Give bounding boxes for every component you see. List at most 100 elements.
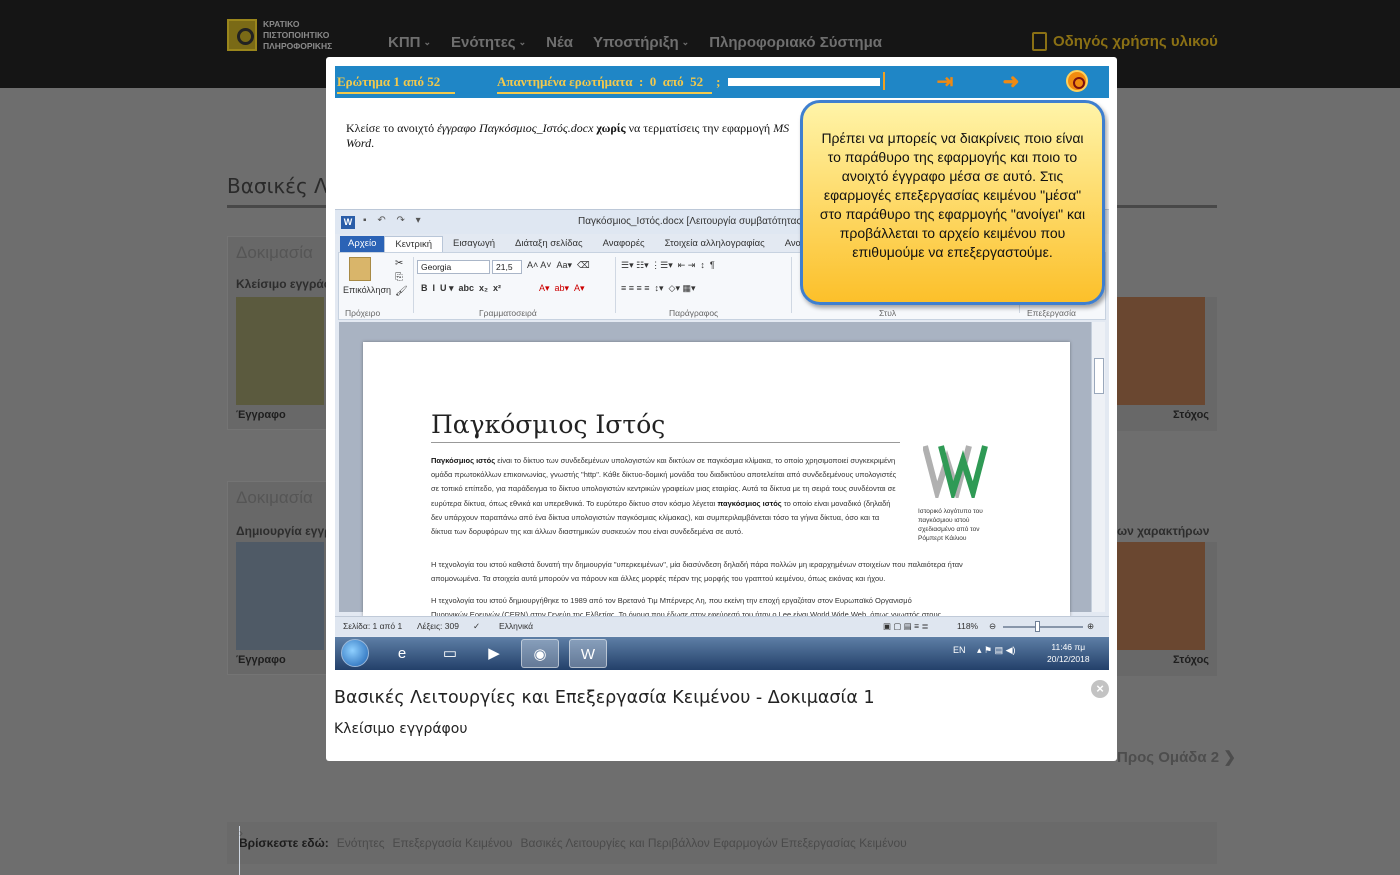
tab-references[interactable]: Αναφορές	[593, 236, 655, 252]
user-guide-link[interactable]: Οδηγός χρήσης υλικού	[1032, 32, 1218, 51]
card-title: Δοκιμασία	[236, 488, 313, 507]
nav-item-units[interactable]: Ενότητες ⌄	[451, 34, 526, 51]
paste-icon[interactable]	[349, 257, 371, 281]
chevron-down-icon: ⌄	[681, 37, 690, 47]
paste-button[interactable]: Επικόλληση	[343, 285, 391, 295]
proofing-icon[interactable]: ✓	[473, 621, 480, 632]
quick-access-toolbar[interactable]: ▪ ↶ ↷ ▾	[363, 215, 425, 226]
vertical-scrollbar[interactable]	[1091, 322, 1105, 612]
alignment-icons[interactable]: ≡ ≡ ≡ ≡ ↕▾ ◇▾ ▦▾	[621, 283, 696, 294]
progress-marker	[883, 72, 885, 90]
test-card-right[interactable]: Στόχος	[1117, 542, 1217, 676]
group-font: Γραμματοσειρά	[479, 308, 537, 318]
zoom-in-icon[interactable]: ⊕	[1087, 621, 1094, 632]
folder-icon[interactable]: ▭	[431, 639, 469, 668]
answered-counter: Απαντημένα ερωτήματα : 0 από 52 ;	[497, 74, 720, 94]
card-thumbnail	[1117, 542, 1205, 650]
windows-taskbar: e ▭ ▶ ◉ W EN ▴ ⚑ ▤ ◀) 11:46 πμ 20/12/2018	[335, 637, 1109, 670]
card-thumbnail	[236, 297, 324, 405]
test-card-right[interactable]: Στόχος	[1117, 297, 1217, 431]
document-page[interactable]: Παγκόσμιος Ιστός Παγκόσμιος ιστός είναι …	[363, 342, 1070, 619]
document-area: Παγκόσμιος Ιστός Παγκόσμιος ιστός είναι …	[339, 322, 1091, 619]
font-color-icons[interactable]: A▾ ab▾ A▾	[539, 283, 585, 294]
document-paragraph: Η τεχνολογία του ιστού καθιστά δυνατή τη…	[431, 560, 963, 584]
pdf-icon	[1032, 32, 1047, 51]
status-language[interactable]: Ελληνικά	[499, 621, 533, 631]
ribbon-tabs: Αρχείο Κεντρική Εισαγωγή Διάταξη σελίδας…	[340, 236, 821, 252]
nav-item-kpp[interactable]: ΚΠΠ ⌄	[388, 34, 431, 51]
group-paragraph: Παράγραφος	[669, 308, 719, 318]
zoom-slider-handle[interactable]	[1035, 621, 1040, 632]
tab-home[interactable]: Κεντρική	[384, 236, 443, 252]
progress-bar	[728, 78, 880, 86]
logo-caption: Ιστορικό λογότυπο του παγκόσμιου ιστού σ…	[918, 508, 983, 542]
modal-subtitle: Κλείσιμο εγγράφου	[334, 721, 468, 737]
chevron-right-icon: ›	[239, 826, 243, 875]
word-taskbar-icon[interactable]: W	[569, 639, 607, 668]
font-format-icons[interactable]: B I U ▾ abc x₂ x²	[421, 283, 501, 294]
card-subtitle: ων χαρακτήρων	[1117, 524, 1210, 538]
next-group-link[interactable]: Προς Ομάδα 2 ❯	[1117, 748, 1236, 766]
card-subtitle: Δημιουργία εγγρ	[236, 524, 332, 538]
tab-mailings[interactable]: Στοιχεία αλληλογραφίας	[655, 236, 775, 252]
certificate-icon	[227, 19, 257, 51]
list-icons[interactable]: ☰▾ ☷▾ ⋮☰▾ ⇤ ⇥ ↕ ¶	[621, 260, 715, 271]
zoom-out-icon[interactable]: ⊖	[989, 621, 996, 632]
modal-title: Βασικές Λειτουργίες και Επεξεργασία Κειμ…	[334, 688, 875, 708]
status-words: Λέξεις: 309	[417, 621, 459, 631]
group-styles: Στυλ	[879, 308, 897, 318]
group-divider	[413, 257, 414, 313]
media-player-icon[interactable]: ▶	[475, 639, 513, 668]
language-indicator[interactable]: EN	[953, 645, 966, 655]
card-subtitle: Κλείσιμο εγγράφ	[236, 277, 333, 291]
breadcrumb-label: Βρίσκεστε εδώ:	[239, 836, 329, 850]
question-instruction: Κλείσε το ανοιχτό έγγραφο Παγκόσμιος_Ιστ…	[346, 121, 790, 150]
zoom-slider[interactable]	[1003, 626, 1083, 628]
word-window-title: Παγκόσμιος_Ιστός.docx [Λειτουργία συμβατ…	[578, 216, 811, 227]
site-logo[interactable]: ΚΡΑΤΙΚΟ ΠΙΣΤΟΠΟΙΗΤΙΚΟ ΠΛΗΡΟΦΟΡΙΚΗΣ	[227, 19, 342, 55]
word-icon: W	[341, 216, 355, 229]
logo-text: ΚΡΑΤΙΚΟ ΠΙΣΤΟΠΟΙΗΤΙΚΟ ΠΛΗΡΟΦΟΡΙΚΗΣ	[263, 19, 333, 51]
lightbox-modal: Ερώτημα 1 από 52 Απαντημένα ερωτήματα : …	[326, 57, 1117, 761]
next-arrow-icon[interactable]: ➜	[999, 72, 1023, 92]
card-title: Δοκιμασία	[236, 243, 313, 262]
group-divider	[791, 257, 792, 313]
section-title: Βασικές Λε	[227, 174, 339, 198]
taskbar-clock[interactable]: 11:46 πμ 20/12/2018	[1047, 641, 1090, 665]
breadcrumb-item[interactable]: Ενότητες	[337, 836, 385, 850]
start-button-icon[interactable]	[341, 639, 369, 667]
group-divider	[615, 257, 616, 313]
card-footer: Στόχος	[1173, 654, 1210, 666]
chevron-down-icon: ⌄	[518, 37, 527, 47]
tray-icons[interactable]: ▴ ⚑ ▤ ◀)	[977, 645, 1016, 656]
card-thumbnail	[1117, 297, 1205, 405]
font-name-select[interactable]: Georgia	[417, 260, 490, 274]
zoom-level[interactable]: 118%	[957, 621, 978, 631]
app-icon[interactable]: ◉	[521, 639, 559, 668]
breadcrumb-item[interactable]: Επεξεργασία Κειμένου	[393, 836, 513, 850]
www-logo	[923, 445, 988, 498]
close-icon[interactable]: ×	[1091, 680, 1109, 698]
card-footer: Στόχος	[1173, 409, 1210, 421]
breadcrumb: Βρίσκεστε εδώ: Ενότητες › Επεξεργασία Κε…	[227, 822, 1217, 875]
font-grow-shrink-icon[interactable]: A˄ A˅ Aa▾ ⌫	[527, 260, 590, 271]
font-size-select[interactable]: 21,5	[492, 260, 522, 274]
clipboard-icons[interactable]: ✂ ⎘ 🖌	[395, 257, 408, 299]
nav-item-support[interactable]: Υποστήριξη ⌄	[593, 34, 689, 51]
skip-to-end-icon[interactable]: ⇥	[933, 72, 957, 92]
tab-insert[interactable]: Εισαγωγή	[443, 236, 505, 252]
nav-item-news[interactable]: Νέα	[546, 34, 573, 51]
question-counter: Ερώτημα 1 από 52	[337, 74, 455, 94]
exit-icon[interactable]	[1066, 70, 1088, 92]
card-footer: Έγγραφο	[236, 654, 286, 666]
nav-item-info-system[interactable]: Πληροφοριακό Σύστημα	[709, 34, 882, 51]
test-screenshot: Ερώτημα 1 από 52 Απαντημένα ερωτήματα : …	[335, 66, 1109, 670]
tab-page-layout[interactable]: Διάταξη σελίδας	[505, 236, 593, 252]
group-clipboard: Πρόχειρο	[345, 308, 381, 318]
view-icons[interactable]: ▣ ▢ ▤ ≡ ≣	[883, 621, 929, 632]
hint-tooltip: Πρέπει να μπορείς να διακρίνεις ποιο είν…	[800, 100, 1105, 305]
tab-file[interactable]: Αρχείο	[340, 236, 385, 252]
ie-icon[interactable]: e	[383, 639, 421, 668]
card-thumbnail	[236, 542, 324, 650]
scrollbar-thumb[interactable]	[1094, 358, 1104, 394]
